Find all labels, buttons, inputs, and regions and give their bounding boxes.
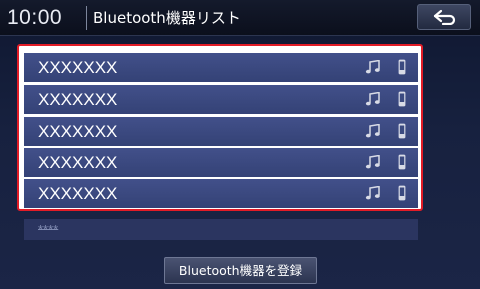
device-row[interactable]: XXXXXXX — [24, 148, 418, 177]
header-bar: 10:00 Bluetooth機器リスト — [0, 0, 480, 36]
empty-device-slot: **** — [24, 219, 418, 240]
device-row[interactable]: XXXXXXX — [24, 85, 418, 114]
register-bluetooth-device-button[interactable]: Bluetooth機器を登録 — [164, 257, 317, 284]
music-note-icon — [365, 155, 380, 169]
phone-icon — [398, 185, 406, 201]
phone-icon — [398, 91, 406, 107]
empty-slot-label: **** — [38, 222, 59, 237]
music-note-icon — [365, 124, 380, 138]
phone-icon — [398, 59, 406, 75]
music-note-icon — [365, 186, 380, 200]
phone-icon — [398, 123, 406, 139]
page-title: Bluetooth機器リスト — [93, 9, 241, 27]
music-note-icon — [365, 60, 380, 74]
back-arrow-icon — [433, 9, 456, 25]
device-row[interactable]: XXXXXXX — [24, 179, 418, 208]
device-name: XXXXXXX — [38, 90, 118, 109]
device-row[interactable]: XXXXXXX — [24, 53, 418, 82]
device-row[interactable]: XXXXXXX — [24, 117, 418, 146]
device-name: XXXXXXX — [38, 184, 118, 203]
back-button[interactable] — [417, 4, 471, 30]
device-name: XXXXXXX — [38, 58, 118, 77]
device-name: XXXXXXX — [38, 122, 118, 141]
clock: 10:00 — [7, 6, 63, 29]
header-divider — [86, 6, 87, 30]
phone-icon — [398, 154, 406, 170]
device-name: XXXXXXX — [38, 153, 118, 172]
music-note-icon — [365, 92, 380, 106]
